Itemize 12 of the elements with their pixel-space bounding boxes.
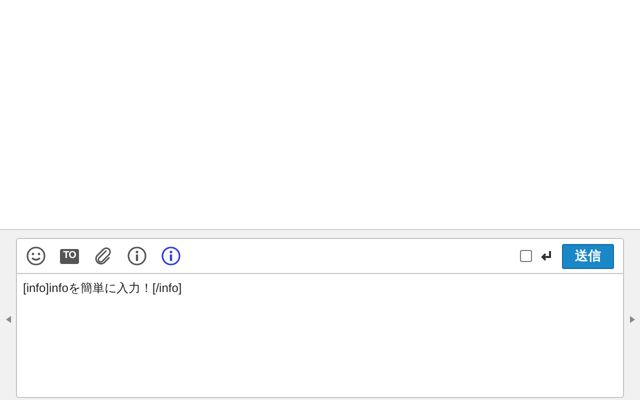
paperclip-icon[interactable] [93,246,113,266]
info-icon[interactable] [127,246,147,266]
message-composer[interactable]: TO 送信 [info]infoを簡単に入力！[/info] [16,238,624,398]
checkbox[interactable] [520,250,532,262]
to-icon[interactable]: TO [60,248,79,264]
info-icon[interactable] [161,246,181,266]
right-arrow-icon[interactable] [630,316,634,322]
message-input[interactable]: [info]infoを簡単に入力！[/info] [17,274,623,397]
smiley-icon[interactable] [26,246,46,266]
enter-key-icon [540,250,552,262]
send-button[interactable]: 送信 [562,244,614,268]
left-arrow-icon[interactable] [6,316,10,322]
